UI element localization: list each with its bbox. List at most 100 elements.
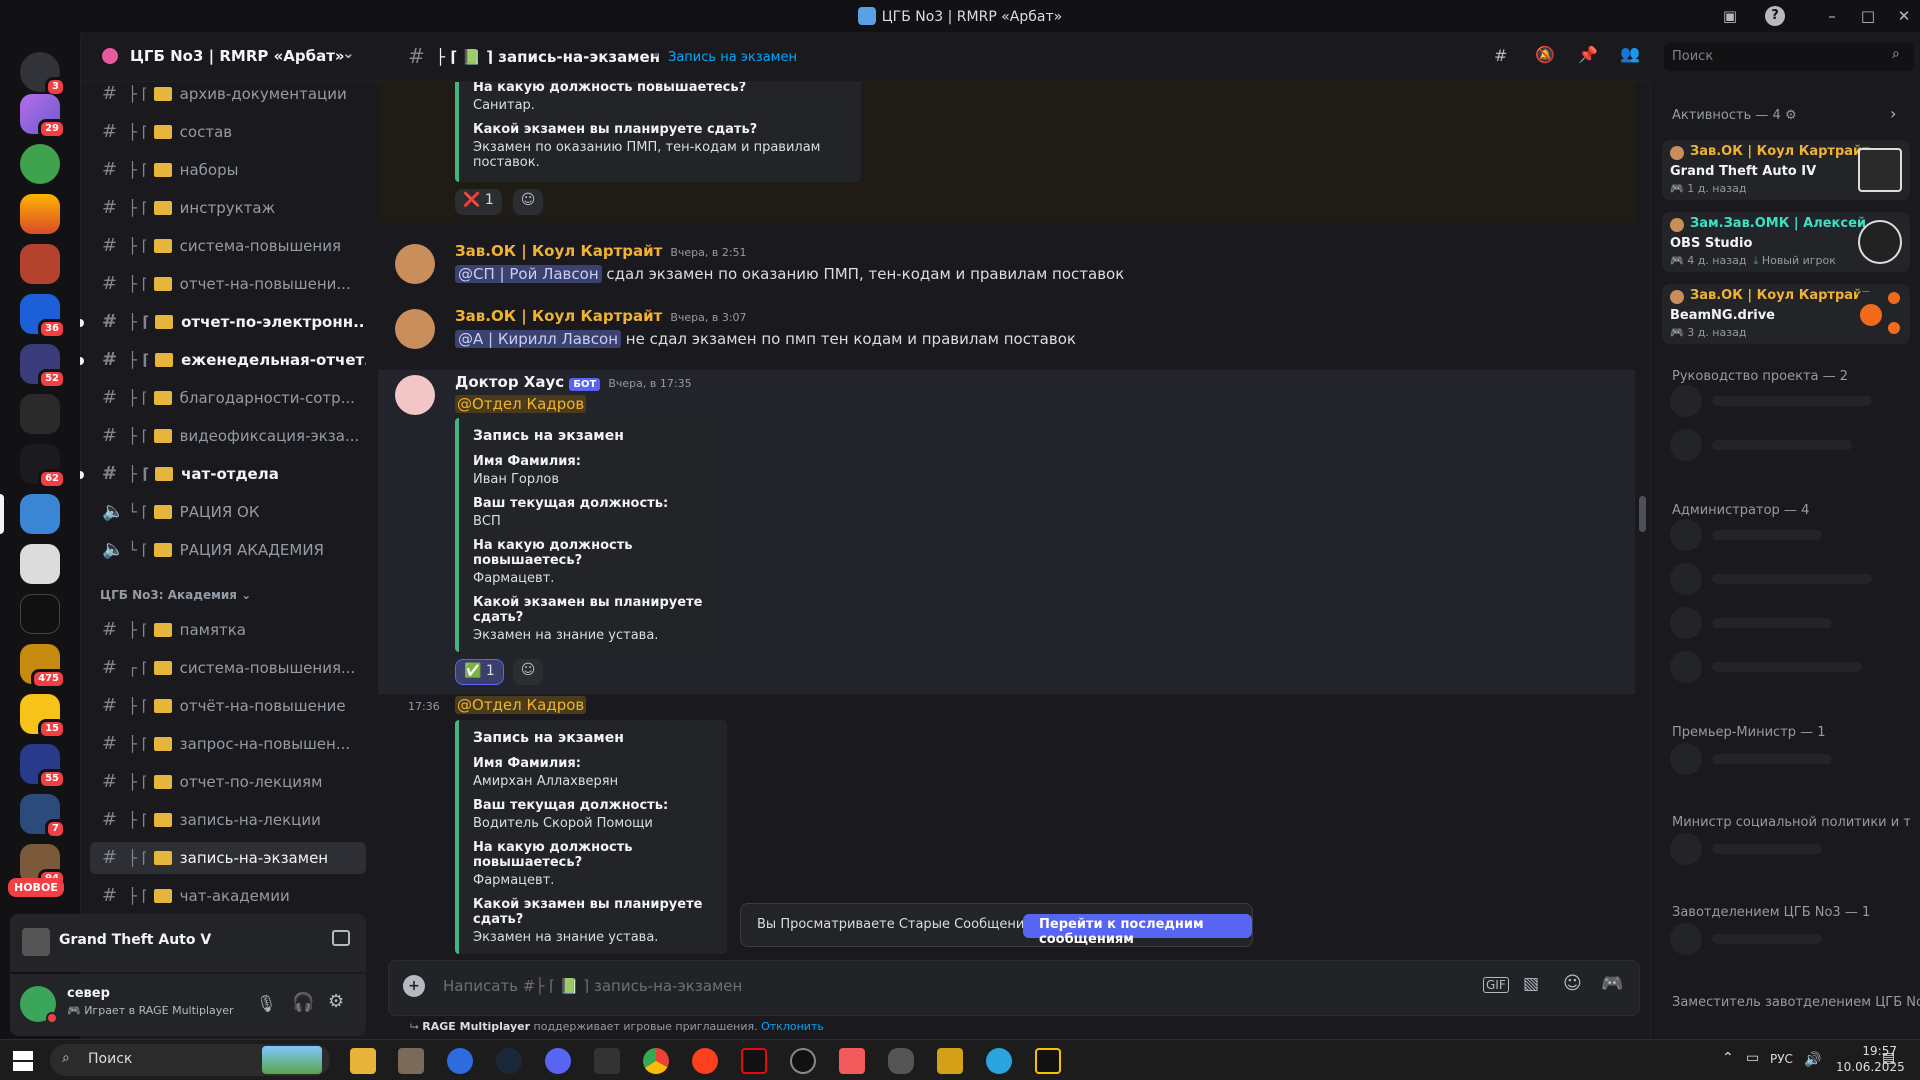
server-avatar[interactable]: 55	[20, 744, 66, 789]
channel-наборы[interactable]: # ├ ⌈ наборы	[90, 154, 366, 186]
threads-icon[interactable]: #	[1494, 46, 1507, 65]
avatar[interactable]	[395, 244, 435, 284]
close-button[interactable]: ✕	[1894, 6, 1914, 26]
epic-games-icon[interactable]	[594, 1048, 620, 1074]
add-attachment-icon[interactable]: +	[403, 975, 425, 997]
channel-topic[interactable]: Запись на экзамен	[668, 50, 797, 65]
network-icon[interactable]: ▭	[1746, 1050, 1759, 1066]
discord-home-icon[interactable]: 3	[20, 52, 66, 97]
bot-avatar[interactable]	[395, 375, 435, 415]
channel-запись-на-лекции[interactable]: # ├ ⌈ запись-на-лекции	[90, 804, 366, 836]
server-avatar[interactable]: 7	[20, 794, 66, 839]
channel-еженедельная-отчет[interactable]: # ├ ⌈ еженедельная-отчет...	[90, 344, 366, 376]
headphones-icon[interactable]: 🎧	[292, 992, 314, 1013]
message-input[interactable]: Написать #├ ⌈ 📗 ⌉ запись-на-экзамен	[443, 977, 742, 995]
channel-памятка[interactable]: # ├ ⌈ памятка	[90, 614, 366, 646]
message-author[interactable]: Доктор Хаус БОТ Вчера, в 17:35	[455, 373, 692, 391]
channel-чат-отдела[interactable]: # ├ ⌈ чат-отдела	[90, 458, 366, 490]
pin-icon[interactable]: 📌	[1578, 45, 1598, 64]
channel-РАЦИЯ-АКАДЕМИЯ[interactable]: 🔈 └ ⌈ РАЦИЯ АКАДЕМИЯ	[90, 534, 366, 566]
jump-to-present-button[interactable]: Перейти к последним сообщениям	[1023, 914, 1252, 947]
help-icon[interactable]: ?	[1765, 6, 1785, 26]
overlay-icon[interactable]	[332, 930, 350, 946]
settings-gear-icon[interactable]: ⚙	[328, 991, 344, 1012]
inbox-icon[interactable]: ▣	[1720, 6, 1740, 26]
message-author[interactable]: Зав.ОК | Коул Картрайт Вчера, в 3:07	[455, 307, 747, 325]
role-mention[interactable]: @Отдел Кадров	[455, 395, 587, 413]
channel-видеофиксация-экза[interactable]: # ├ ⌈ видеофиксация-экза...	[90, 420, 366, 452]
channel-РАЦИЯ-ОК[interactable]: 🔈 └ ⌈ РАЦИЯ ОК	[90, 496, 366, 528]
zoom-icon[interactable]	[447, 1048, 473, 1074]
dismiss-link[interactable]: Отклонить	[761, 1020, 824, 1033]
netflix-icon[interactable]	[741, 1048, 767, 1074]
microphone-icon[interactable]: 🎙	[256, 994, 276, 1013]
server-avatar[interactable]: 62	[20, 444, 66, 489]
emoji-icon[interactable]: ☺	[1563, 973, 1582, 994]
gif-icon[interactable]: GIF	[1483, 977, 1509, 993]
user-mention[interactable]: @А | Кирилл Лавсон	[455, 330, 622, 348]
gta-server-avatar[interactable]	[20, 394, 60, 434]
server-avatar[interactable]	[20, 194, 60, 234]
channel-система-повышения[interactable]: # ├ ⌈ система-повышения	[90, 230, 366, 262]
yandex-browser-icon[interactable]	[692, 1048, 718, 1074]
avatar[interactable]	[395, 309, 435, 349]
gear-icon[interactable]: ⚙	[1785, 108, 1797, 123]
volume-icon[interactable]: 🔊	[1804, 1052, 1821, 1068]
activity-card[interactable]: Зав.ОК | Коул Картрайт BeamNG.drive 🎮 3 д.…	[1662, 284, 1910, 344]
channel-отч-т-на-повышение[interactable]: # ├ ⌈ отчёт-на-повышение	[90, 690, 366, 722]
steam-icon[interactable]	[496, 1048, 522, 1074]
rage-mp-icon[interactable]	[1035, 1048, 1061, 1074]
new-unreads-badge[interactable]: НОВОЕ	[8, 878, 64, 897]
user-mention[interactable]: @СП | Рой Лавсон	[455, 265, 602, 283]
role-mention[interactable]: @Отдел Кадров	[455, 696, 587, 714]
server-avatar[interactable]	[20, 544, 60, 584]
channel-архив-документации[interactable]: # ├ ⌈ архив-документации	[90, 78, 366, 110]
chrome-icon[interactable]	[643, 1048, 669, 1074]
channel-инструктаж[interactable]: # ├ ⌈ инструктаж	[90, 192, 366, 224]
chevron-up-icon[interactable]: ⌃	[1722, 1050, 1734, 1066]
channel-система-повышения[interactable]: # ┌ ⌈ система-повышения...	[90, 652, 366, 684]
members-list-icon[interactable]: 👥	[1620, 44, 1640, 63]
channel-отчет-по-лекциям[interactable]: # ├ ⌈ отчет-по-лекциям	[90, 766, 366, 798]
add-reaction-icon[interactable]: ☺	[513, 659, 543, 685]
minimize-button[interactable]: –	[1822, 6, 1842, 26]
server-avatar[interactable]	[20, 244, 60, 284]
mouse-app-icon[interactable]	[888, 1048, 914, 1074]
chevron-right-icon[interactable]: ›	[1890, 104, 1896, 123]
game-activity-panel[interactable]: Grand Theft Auto V	[10, 914, 366, 972]
channel-запрос-на-повышен[interactable]: # ├ ⌈ запрос-на-повышен...	[90, 728, 366, 760]
channel-запись-на-экзамен[interactable]: # ├ ⌈ запись-на-экзамен	[90, 842, 366, 874]
notification-bell-muted-icon[interactable]: 🔕	[1535, 45, 1555, 64]
channel-отчет-по-электронн[interactable]: # ├ ⌈ отчет-по-электронн...	[90, 306, 366, 338]
channel-состав[interactable]: # ├ ⌈ состав	[90, 116, 366, 148]
category-academy[interactable]: ЦГБ No3: Академия ⌄	[100, 588, 251, 602]
reaction-check[interactable]: ✅ 1	[455, 659, 504, 685]
maximize-button[interactable]: □	[1858, 6, 1878, 26]
add-reaction-icon[interactable]: ☺	[513, 189, 543, 215]
notifications-icon[interactable]: ▤	[1882, 1050, 1895, 1066]
activity-card[interactable]: Зав.ОК | Коул Картрайт Grand Theft Auto I…	[1662, 140, 1910, 200]
message-author[interactable]: Зав.ОК | Коул Картрайт Вчера, в 2:51	[455, 242, 747, 260]
channel-чат-академии[interactable]: # ├ ⌈ чат-академии	[90, 880, 366, 912]
app-icon[interactable]	[839, 1048, 865, 1074]
server-avatar[interactable]: 475	[20, 644, 66, 689]
taskbar-search[interactable]: ⌕ Поиск	[50, 1044, 330, 1076]
windows-start-icon[interactable]	[13, 1051, 33, 1071]
chevron-down-icon[interactable]: ⌄	[342, 44, 355, 62]
server-avatar[interactable]: 15	[20, 694, 66, 739]
server-avatar-active[interactable]	[20, 494, 60, 534]
channel-отчет-на-повышени[interactable]: # ├ ⌈ отчет-на-повышени...	[90, 268, 366, 300]
file-explorer-icon[interactable]	[350, 1048, 376, 1074]
guild-header[interactable]: ЦГБ No3 | RMRP «Арбат» ⌄	[80, 32, 378, 82]
activity-card[interactable]: Зам.Зав.ОМК | Алексей... OBS Studio 🎮 4 д.…	[1662, 212, 1910, 272]
telegram-icon[interactable]	[986, 1048, 1012, 1074]
server-avatar[interactable]: 36	[20, 294, 66, 339]
activities-gamepad-icon[interactable]: 🎮	[1601, 973, 1623, 994]
discord-icon[interactable]	[545, 1048, 571, 1074]
server-avatar[interactable]: 52	[20, 344, 66, 389]
channel-благодарности-сотр[interactable]: # ├ ⌈ благодарности-сотр...	[90, 382, 366, 414]
reaction-cross[interactable]: ❌ 1	[455, 189, 502, 215]
app-icon[interactable]	[790, 1048, 816, 1074]
scrollbar-thumb[interactable]	[1639, 496, 1646, 532]
search-input[interactable]: Поиск ⌕	[1664, 43, 1914, 71]
